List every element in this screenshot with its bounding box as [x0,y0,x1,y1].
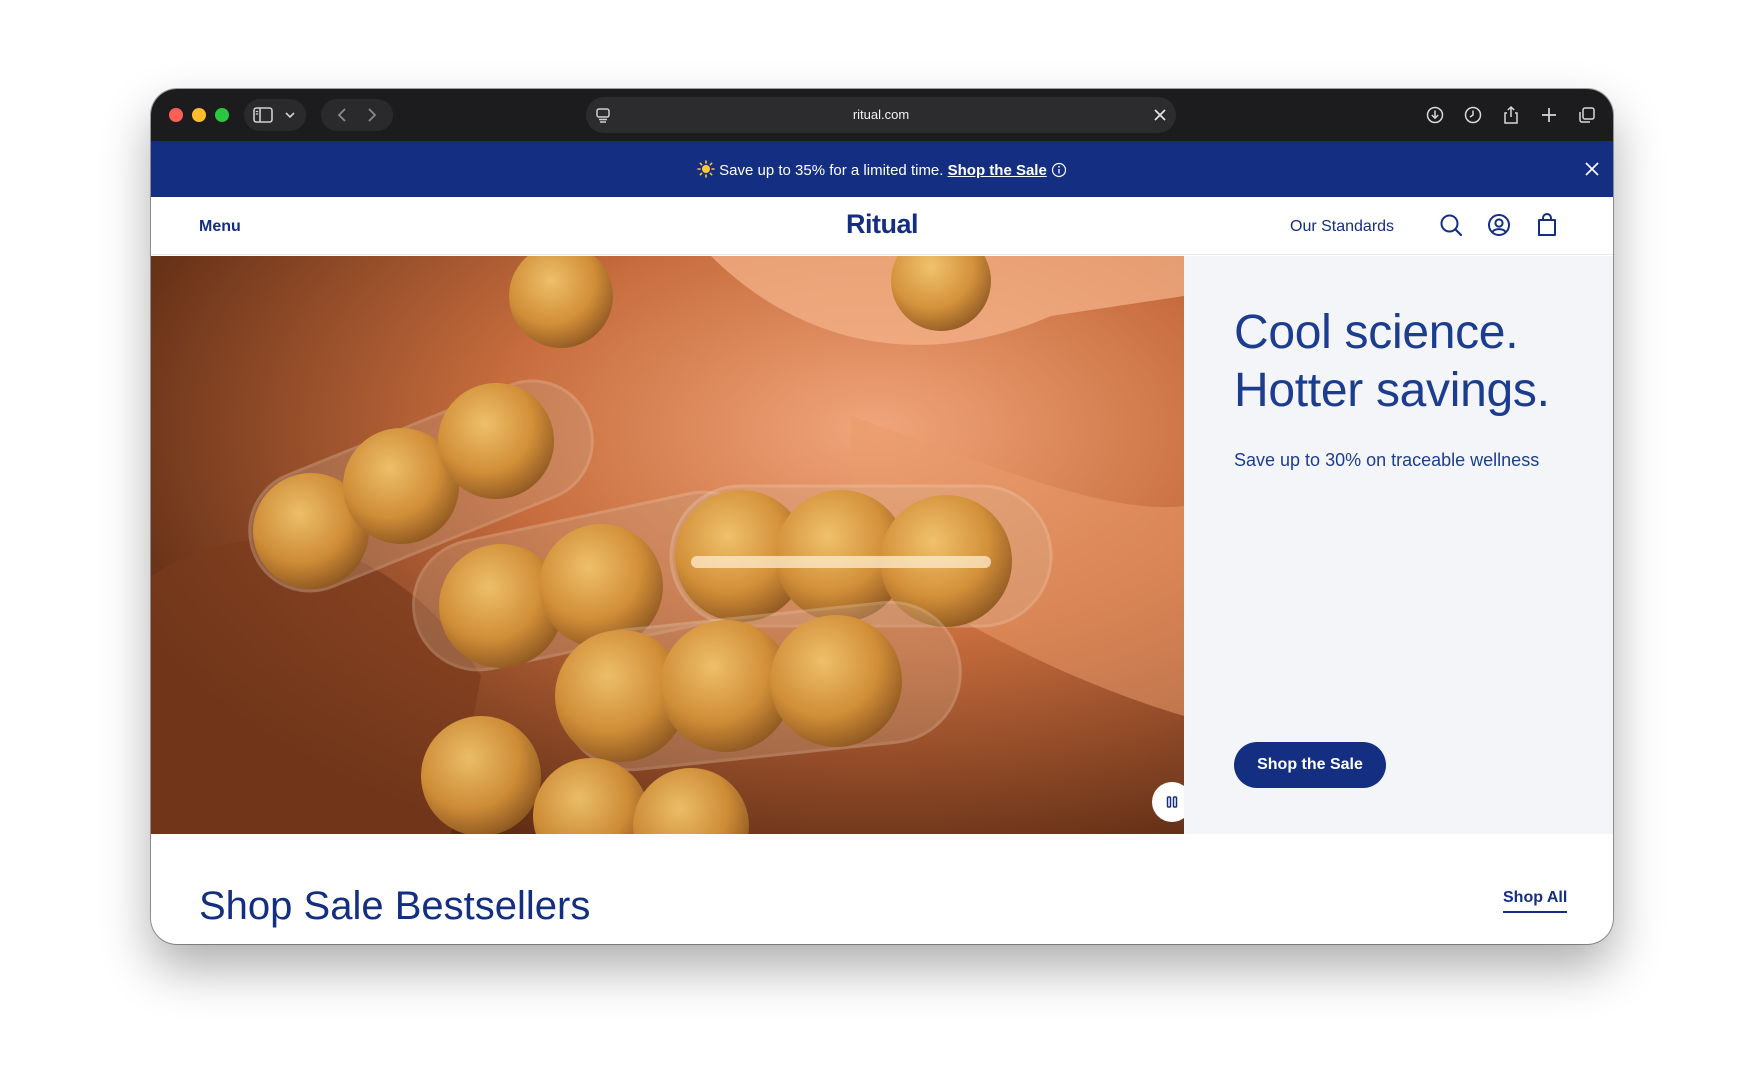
hero-title-line1: Cool science. [1234,306,1519,359]
promo-shop-link[interactable]: Shop the Sale [948,162,1047,179]
shop-the-sale-button[interactable]: Shop the Sale [1234,742,1386,788]
search-icon[interactable] [1438,212,1464,238]
tabs-overview-icon [1579,107,1595,123]
tabs-overview-button[interactable] [1571,97,1603,133]
history-nav-group [321,99,393,131]
back-icon[interactable] [330,106,354,124]
sidebar-icon [253,107,273,123]
browser-window: ritual.com Save up to 35% for a limited … [151,89,1613,944]
toolbar-right [1419,97,1603,133]
sun-icon [697,160,715,178]
close-window-button[interactable] [169,108,183,122]
zoom-window-button[interactable] [215,108,229,122]
address-bar[interactable]: ritual.com [586,97,1176,133]
shop-all-link[interactable]: Shop All [1503,889,1568,913]
chevron-down-icon [285,112,295,119]
sidebar-toggle-button[interactable] [244,99,306,131]
new-tab-icon [1542,108,1556,122]
url-text: ritual.com [852,107,910,122]
our-standards-link[interactable]: Our Standards [1290,218,1394,236]
site-nav: Menu Ritual Our Standards [151,197,1613,255]
pause-icon [1166,796,1178,808]
hero-image-capsules [151,256,1184,834]
info-icon[interactable] [1051,162,1067,178]
download-icon [1426,106,1444,124]
title-bar: ritual.com [151,89,1613,141]
section-title: Shop Sale Bestsellers [199,884,591,928]
history-icon [1464,106,1482,124]
account-icon[interactable] [1486,212,1512,238]
new-tab-button[interactable] [1533,97,1565,133]
downloads-button[interactable] [1419,97,1451,133]
promo-text: Save up to 35% for a limited time. [719,162,944,179]
forward-icon[interactable] [360,106,384,124]
share-button[interactable] [1495,97,1527,133]
history-button[interactable] [1457,97,1489,133]
minimize-window-button[interactable] [192,108,206,122]
hero-subtitle: Save up to 30% on traceable wellness [1234,450,1540,470]
cart-bag-icon[interactable] [1534,212,1560,238]
hero-title: Cool science. Hotter savings. [1234,304,1550,420]
hero-title-line2: Hotter savings. [1234,364,1550,417]
hero-panel: Cool science. Hotter savings. Save up to… [1184,256,1613,834]
stop-loading-icon[interactable] [1152,107,1168,123]
share-icon [1504,105,1518,124]
promo-banner: Save up to 35% for a limited time. Shop … [151,141,1613,197]
close-banner-icon[interactable] [1583,160,1601,178]
